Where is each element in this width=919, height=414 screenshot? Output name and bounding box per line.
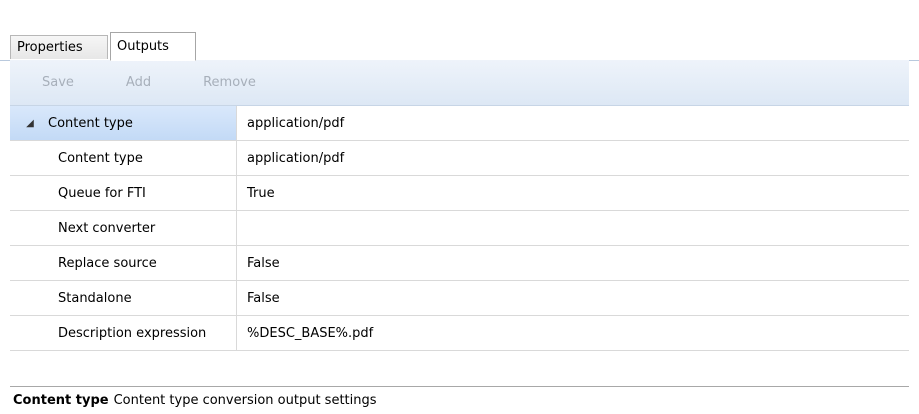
property-value-cell[interactable]: True [237,176,909,210]
tab-properties[interactable]: Properties [10,35,108,59]
property-label: Description expression [58,325,207,341]
add-button[interactable]: Add [126,75,151,90]
status-title: Content type [13,393,109,408]
tab-properties-label: Properties [17,40,83,55]
table-row[interactable]: Description expression %DESC_BASE%.pdf [10,316,909,351]
property-value-cell[interactable]: False [237,246,909,280]
grid-group-row[interactable]: ◢ Content type application/pdf [10,106,909,141]
remove-button[interactable]: Remove [203,75,256,90]
property-label-cell[interactable]: Standalone [10,281,237,315]
property-label: Replace source [58,255,157,271]
group-value-cell[interactable]: application/pdf [237,106,909,140]
property-value: application/pdf [247,150,345,166]
top-space [0,0,919,30]
toolbar: Save Add Remove [10,60,909,106]
status-description: Content type conversion output settings [113,393,377,408]
property-grid: ◢ Content type application/pdf Content t… [10,106,909,351]
property-value-cell[interactable] [237,211,909,245]
property-label-cell[interactable]: Description expression [10,316,237,350]
property-value: False [247,290,280,306]
save-button[interactable]: Save [42,75,74,90]
table-row[interactable]: Next converter [10,211,909,246]
property-label-cell[interactable]: Replace source [10,246,237,280]
property-value-cell[interactable]: %DESC_BASE%.pdf [237,316,909,350]
property-value-cell[interactable]: False [237,281,909,315]
table-row[interactable]: Queue for FTI True [10,176,909,211]
property-value: %DESC_BASE%.pdf [247,325,374,341]
property-label: Content type [58,150,143,166]
property-label-cell[interactable]: Next converter [10,211,237,245]
property-label-cell[interactable]: Queue for FTI [10,176,237,210]
status-bar: Content type Content type conversion out… [10,386,909,414]
table-row[interactable]: Replace source False [10,246,909,281]
group-property-label: Content type [48,115,133,131]
property-value: True [247,185,275,201]
property-label: Next converter [58,220,156,236]
group-property-cell[interactable]: ◢ Content type [10,106,237,140]
table-row[interactable]: Standalone False [10,281,909,316]
tab-bar: Properties Outputs [0,30,919,61]
property-label: Queue for FTI [58,185,146,201]
property-value: False [247,255,280,271]
table-row[interactable]: Content type application/pdf [10,141,909,176]
group-value-text: application/pdf [247,115,345,131]
property-value-cell[interactable]: application/pdf [237,141,909,175]
outputs-panel: Save Add Remove ◢ Content type applicati… [10,60,909,414]
tab-outputs[interactable]: Outputs [110,32,196,61]
tab-outputs-label: Outputs [117,39,169,54]
expander-arrow-icon[interactable]: ◢ [24,118,36,129]
property-label: Standalone [58,290,132,306]
property-label-cell[interactable]: Content type [10,141,237,175]
